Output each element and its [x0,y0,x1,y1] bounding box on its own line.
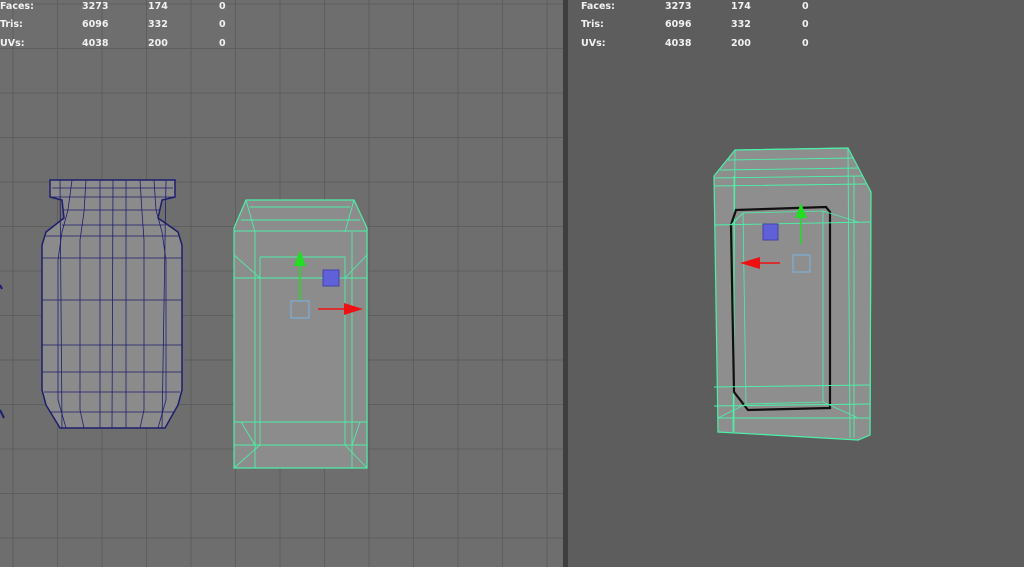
selected-box-mesh[interactable] [233,199,368,469]
hud-label: Tris: [0,19,23,30]
hud-selected-count: 0 [802,38,809,49]
hud-object-count: 332 [148,19,168,30]
hud-label: Faces: [0,1,34,12]
hud-object-count: 332 [731,19,751,30]
hud-label: UVs: [581,38,606,49]
hud-label: Tris: [581,19,604,30]
hud-selected-count: 0 [802,1,809,12]
hud-selected-count: 0 [219,38,226,49]
viewport-right[interactable]: Faces: 3273 174 0 Tris: 6096 332 0 UVs: … [568,0,1024,567]
hud-object-count: 200 [148,38,168,49]
hud-label: Faces: [581,1,615,12]
hud-selected-count: 0 [802,19,809,30]
hud-scene-count: 3273 [82,1,109,12]
hud-selected-count: 0 [219,19,226,30]
move-plane-handle-icon[interactable] [322,269,340,287]
hud-object-count: 174 [148,1,168,12]
partial-mesh-edge [0,284,5,419]
hud-scene-count: 4038 [82,38,109,49]
hud-selected-count: 0 [219,1,226,12]
hud-row-uvs: UVs: 4038 200 0 [581,39,841,58]
hud-object-count: 174 [731,1,751,12]
hud-row-uvs: UVs: 4038 200 0 [0,39,260,58]
jar-mesh[interactable] [41,179,183,429]
selected-box-mesh-perspective[interactable] [713,147,872,441]
hud-row-tris: Tris: 6096 332 0 [581,20,841,39]
viewport-left-canvas[interactable] [0,0,563,567]
hud-scene-count: 6096 [82,19,109,30]
move-plane-handle-icon[interactable] [762,223,779,241]
hud-object-count: 200 [731,38,751,49]
hud-label: UVs: [0,38,25,49]
hud-scene-count: 3273 [665,1,692,12]
viewport-right-canvas[interactable] [568,0,1024,567]
hud-scene-count: 4038 [665,38,692,49]
hud-scene-count: 6096 [665,19,692,30]
hud-row-tris: Tris: 6096 332 0 [0,20,260,39]
viewport-left[interactable]: Faces: 3273 174 0 Tris: 6096 332 0 UVs: … [0,0,563,567]
